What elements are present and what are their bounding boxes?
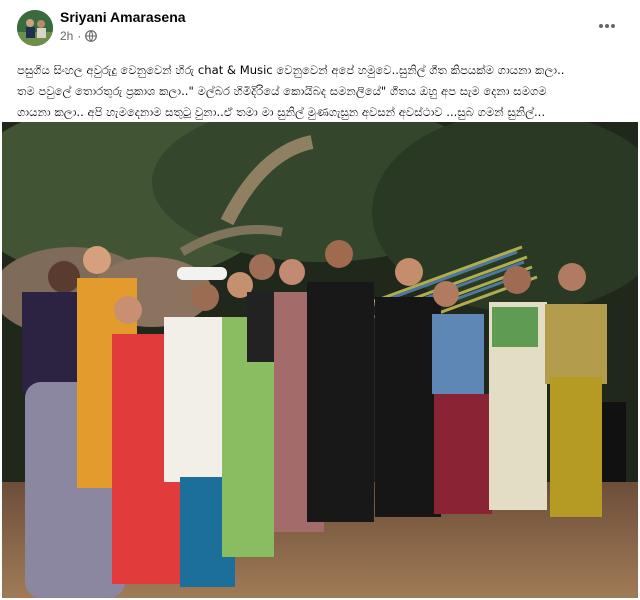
avatar[interactable]	[17, 10, 53, 46]
caption-line: ගායනා කලා.. අපි හැමදෙනාම සතුටු වුනා..ඒ ත…	[17, 105, 546, 119]
facebook-post: Sriyani Amarasena 2h · පසුගිය සිංහල අවුර…	[0, 0, 640, 600]
post-timestamp[interactable]: 2h	[60, 29, 73, 43]
caption-line: පසුගිය සිංහල අවුරුදු වෙනුවෙන් හිරු chat …	[17, 63, 565, 77]
caption-line: තම පවුලේ තොරතුරු ප්‍රකාශ කලා.." මල්බර හි…	[17, 84, 547, 98]
globe-icon[interactable]	[85, 30, 98, 42]
post-caption: පසුගිය සිංහල අවුරුදු වෙනුවෙන් හිරු chat …	[17, 60, 625, 123]
post-header: Sriyani Amarasena 2h ·	[0, 0, 640, 58]
post-meta: 2h ·	[60, 29, 98, 43]
more-options-icon[interactable]	[594, 14, 620, 38]
post-photo[interactable]	[2, 122, 638, 598]
author-name[interactable]: Sriyani Amarasena	[60, 9, 186, 25]
